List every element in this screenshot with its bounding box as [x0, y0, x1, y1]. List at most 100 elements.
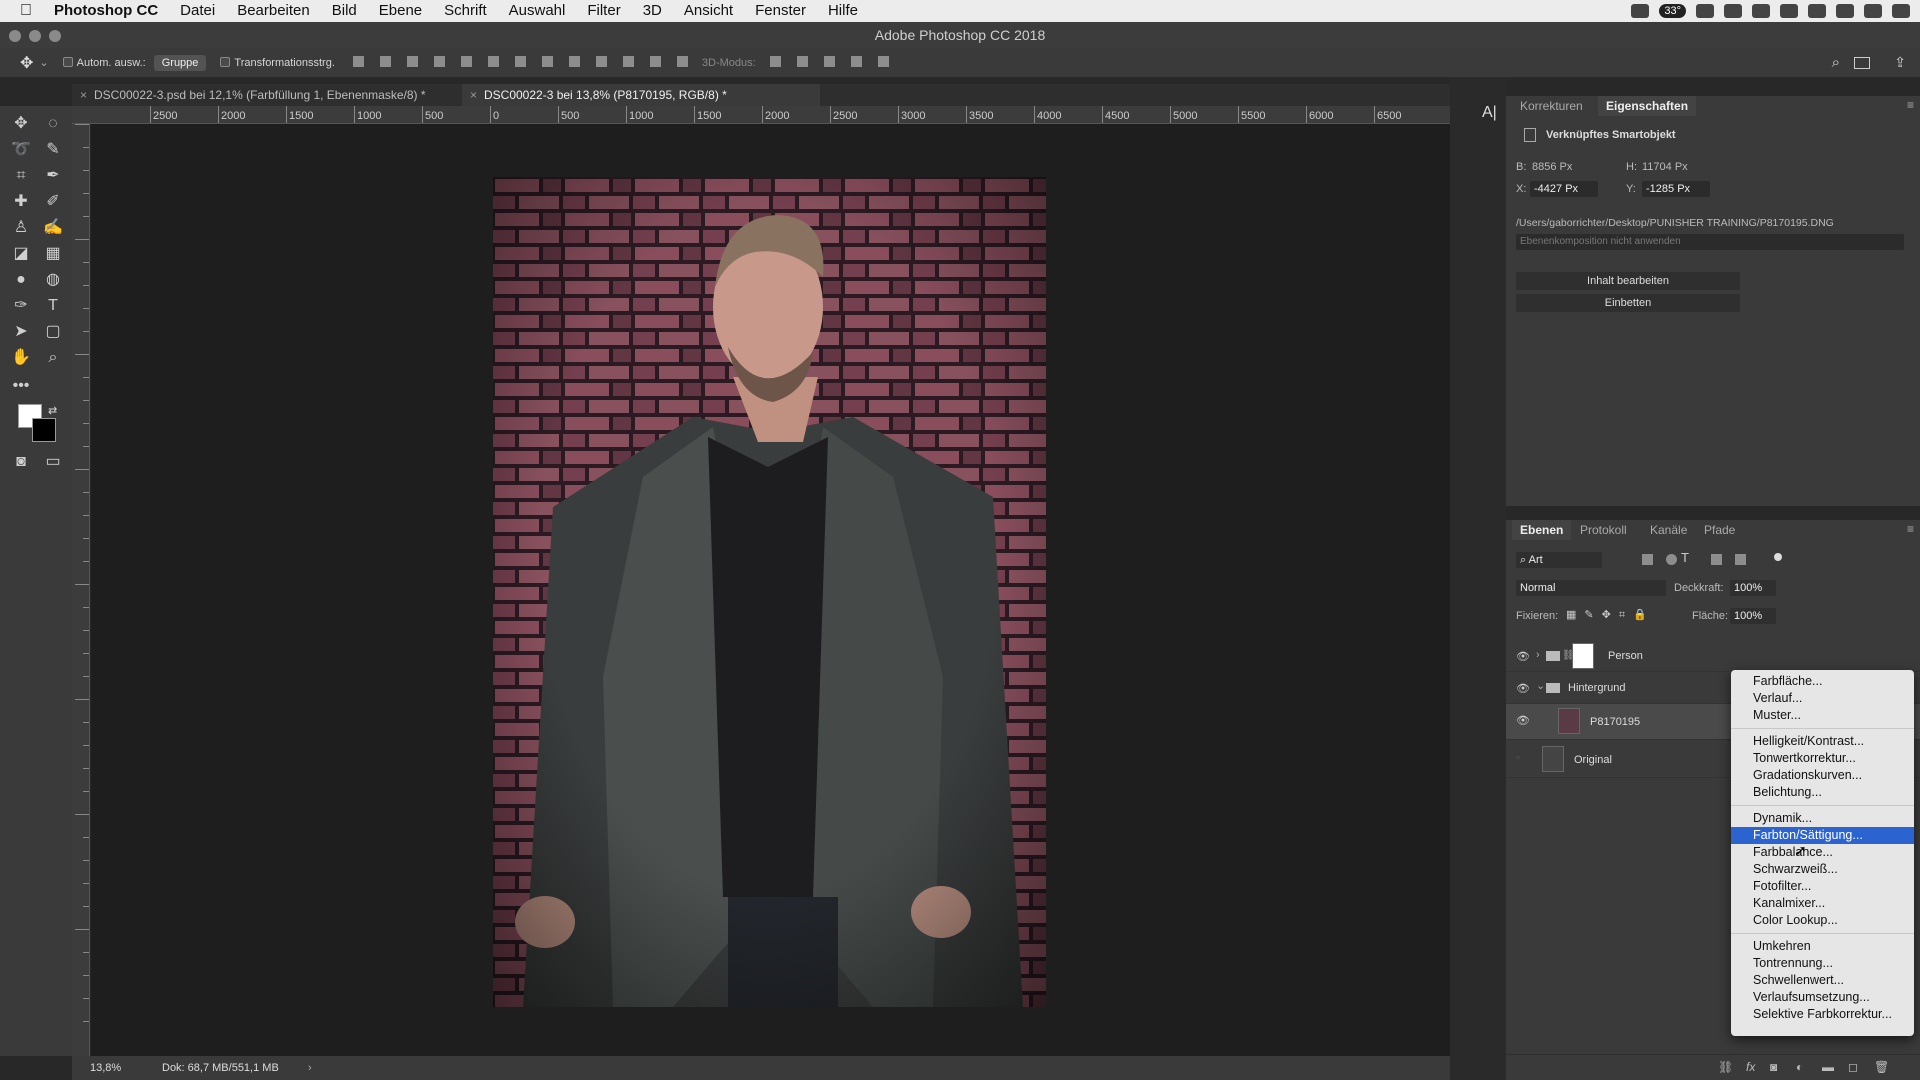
menu-hilfe[interactable]: Hilfe [817, 0, 869, 22]
tab-ebenen[interactable]: Ebenen [1512, 520, 1572, 540]
eraser-tool-icon[interactable]: ◪ [8, 242, 34, 266]
menu-item-farbflaeche[interactable]: Farbfläche... [1731, 673, 1914, 690]
y-field[interactable]: -1285 Px [1642, 181, 1710, 197]
roll-3d-icon[interactable] [796, 55, 808, 67]
eyedropper-tool-icon[interactable]: ✒ [40, 164, 66, 188]
background-color-swatch[interactable] [32, 418, 56, 442]
menu-3d[interactable]: 3D [632, 0, 673, 22]
distribute-top-icon[interactable] [514, 55, 526, 67]
siri-icon[interactable] [1864, 4, 1882, 18]
smartobject-thumb[interactable] [1558, 708, 1580, 734]
transform-checkbox[interactable] [220, 56, 234, 69]
edit-contents-button[interactable]: Inhalt bearbeiten [1516, 272, 1740, 290]
menu-item-color-lookup[interactable]: Color Lookup... [1731, 912, 1914, 929]
crop-tool-icon[interactable]: ⌗ [8, 164, 34, 188]
menu-item-tontrennung[interactable]: Tontrennung... [1731, 955, 1914, 972]
menu-auswahl[interactable]: Auswahl [498, 0, 577, 22]
menu-bearbeiten[interactable]: Bearbeiten [226, 0, 321, 22]
visibility-eye-icon[interactable]: 👁 [1516, 682, 1530, 695]
new-group-icon[interactable]: ▬ [1822, 1060, 1834, 1074]
menu-item-schwellenwert[interactable]: Schwellenwert... [1731, 972, 1914, 989]
panel-menu-icon[interactable]: ≡ [1907, 522, 1914, 536]
align-top-icon[interactable] [352, 55, 364, 67]
record-icon[interactable] [1631, 4, 1650, 18]
battery-temp-badge[interactable]: 33° [1659, 4, 1686, 18]
smartobject-thumb[interactable] [1542, 746, 1564, 772]
swap-colors-icon[interactable]: ⇄ [48, 404, 57, 417]
brush-tool-icon[interactable]: ✐ [40, 190, 66, 214]
menu-item-selektive-farbkorrektur[interactable]: Selektive Farbkorrektur... [1731, 1006, 1914, 1023]
menu-item-helligkeit-kontrast[interactable]: Helligkeit/Kontrast... [1731, 733, 1914, 750]
zoom-window-icon[interactable] [49, 30, 61, 42]
chevron-down-icon[interactable]: ⌄ [1536, 679, 1545, 692]
menu-item-verlaufsumsetzung[interactable]: Verlaufsumsetzung... [1731, 989, 1914, 1006]
menu-item-umkehren[interactable]: Umkehren [1731, 938, 1914, 955]
chevron-right-icon[interactable]: › [308, 1056, 312, 1080]
blend-mode-dropdown[interactable]: Normal [1516, 580, 1666, 596]
auto-select-checkbox[interactable] [62, 56, 77, 69]
close-tab-icon[interactable]: × [470, 84, 477, 106]
more-tools-icon[interactable]: ••• [8, 374, 34, 398]
distribute-middle-icon[interactable] [541, 55, 553, 67]
menu-item-gradationskurven[interactable]: Gradationskurven... [1731, 767, 1914, 784]
menu-app[interactable]: Photoshop CC [52, 0, 169, 22]
orbit-3d-icon[interactable] [769, 55, 781, 67]
align-right-icon[interactable] [487, 55, 499, 67]
tab-protokoll[interactable]: Protokoll [1572, 520, 1635, 540]
search-icon[interactable]: ⌕ [1832, 54, 1840, 71]
align-center-icon[interactable] [460, 55, 472, 67]
visibility-eye-icon[interactable]: 👁 [1516, 650, 1530, 663]
filter-shape-icon[interactable] [1711, 554, 1722, 565]
hand-tool-icon[interactable]: ✋ [8, 346, 34, 370]
menu-item-schwarzweiss[interactable]: Schwarzweiß... [1731, 861, 1914, 878]
link-layers-icon[interactable]: ⛓ [1718, 1060, 1733, 1074]
marquee-tool-icon[interactable]: ◌ [40, 112, 66, 136]
width-value[interactable]: 8856 Px [1532, 161, 1572, 173]
menu-fenster[interactable]: Fenster [744, 0, 817, 22]
search-icon[interactable] [1836, 4, 1854, 18]
layer-filter-dropdown[interactable]: ⌕ Art [1516, 552, 1602, 568]
tab-korrekturen[interactable]: Korrekturen [1512, 96, 1591, 116]
pan-3d-icon[interactable] [823, 55, 835, 67]
screen-mode-icon[interactable]: ▭ [40, 450, 66, 474]
tab-eigenschaften[interactable]: Eigenschaften [1598, 96, 1697, 116]
zoom-level[interactable]: 13,8% [90, 1056, 121, 1080]
fill-field[interactable]: 100% [1730, 608, 1776, 624]
menu-datei[interactable]: Datei [169, 0, 226, 22]
notification-icon[interactable] [1892, 4, 1910, 18]
align-bottom-icon[interactable] [406, 55, 418, 67]
layer-comp-dropdown[interactable]: Ebenenkomposition nicht anwenden [1516, 234, 1904, 250]
share-icon[interactable]: ⇪ [1894, 54, 1906, 71]
lasso-tool-icon[interactable]: ➰ [8, 138, 34, 162]
auto-align-icon[interactable] [676, 55, 688, 67]
new-layer-icon[interactable]: ◻ [1848, 1060, 1858, 1074]
move-tool-icon[interactable]: ✥ [20, 53, 33, 73]
gradient-tool-icon[interactable]: ▦ [40, 242, 66, 266]
close-window-icon[interactable] [9, 30, 21, 42]
blur-tool-icon[interactable]: ● [8, 268, 34, 292]
filter-pixel-icon[interactable] [1642, 554, 1653, 565]
menu-item-verlauf[interactable]: Verlauf... [1731, 690, 1914, 707]
move-tool-icon[interactable]: ✥ [8, 112, 34, 136]
cloud-icon[interactable] [1696, 4, 1714, 18]
quick-mask-icon[interactable]: ◙ [8, 450, 34, 474]
healing-brush-icon[interactable]: ✚ [8, 190, 34, 214]
tab-kanaele[interactable]: Kanäle [1642, 520, 1695, 540]
tab-pfade[interactable]: Pfade [1696, 520, 1743, 540]
workspace-icon[interactable] [1854, 56, 1870, 69]
quick-select-tool-icon[interactable]: ✎ [40, 138, 66, 162]
chevron-right-icon[interactable]: › [1536, 649, 1540, 661]
layer-mask-thumb[interactable] [1572, 643, 1594, 669]
height-value[interactable]: 11704 Px [1642, 161, 1688, 173]
tab-dsc00022-psd[interactable]: × DSC00022-3.psd bei 12,1% (Farbfüllung … [72, 84, 458, 106]
filter-adjustment-icon[interactable] [1666, 554, 1677, 565]
minimize-window-icon[interactable] [29, 30, 41, 42]
menu-item-dynamik[interactable]: Dynamik... [1731, 810, 1914, 827]
tab-dsc00022-3[interactable]: × DSC00022-3 bei 13,8% (P8170195, RGB/8)… [462, 84, 820, 106]
history-brush-icon[interactable]: ✍ [40, 216, 66, 240]
document-image[interactable] [493, 177, 1046, 1007]
auto-select-dropdown[interactable]: Gruppe [153, 54, 207, 71]
distribute-bottom-icon[interactable] [568, 55, 580, 67]
type-tool-icon[interactable]: T [40, 294, 66, 318]
pen-tool-icon[interactable]: ✑ [8, 294, 34, 318]
